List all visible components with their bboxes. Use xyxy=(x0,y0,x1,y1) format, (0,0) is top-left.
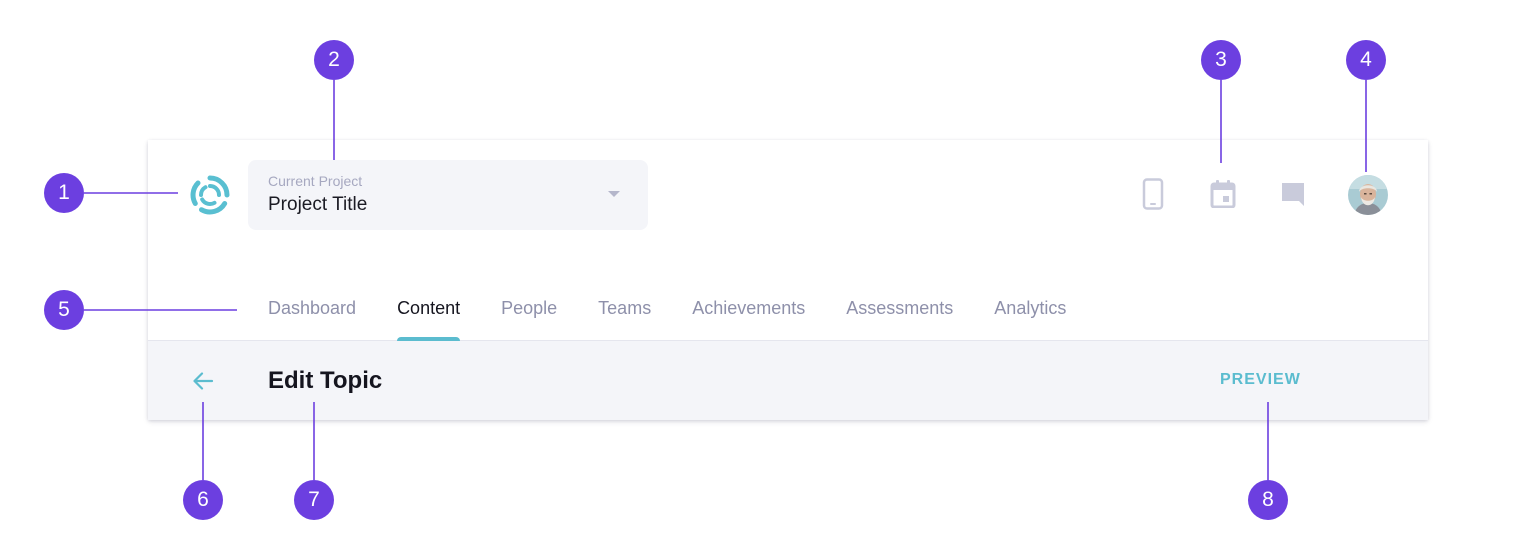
app-logo[interactable] xyxy=(190,175,230,215)
mobile-preview-button[interactable] xyxy=(1135,176,1171,212)
annotation-badge-8: 8 xyxy=(1248,480,1288,520)
calendar-icon xyxy=(1210,180,1236,208)
annotation-badge-7: 7 xyxy=(294,480,334,520)
annotation-badge-3: 3 xyxy=(1201,40,1241,80)
avatar[interactable] xyxy=(1348,175,1388,215)
annotation-badge-4: 4 xyxy=(1346,40,1386,80)
main-nav-tabs: Dashboard Content People Teams Achieveme… xyxy=(268,298,1066,341)
tab-content[interactable]: Content xyxy=(397,298,461,341)
back-button[interactable] xyxy=(188,366,218,396)
chevron-down-icon xyxy=(608,191,620,197)
tab-achievements[interactable]: Achievements xyxy=(692,298,805,340)
logo-icon xyxy=(190,175,230,215)
tab-people[interactable]: People xyxy=(501,298,557,340)
page-title: Edit Topic xyxy=(268,367,383,394)
annotation-badge-6: 6 xyxy=(183,480,223,520)
tab-dashboard[interactable]: Dashboard xyxy=(268,298,356,340)
calendar-button[interactable] xyxy=(1205,176,1241,212)
tab-assessments[interactable]: Assessments xyxy=(846,298,953,340)
annotation-badge-5: 5 xyxy=(44,290,84,330)
chat-icon xyxy=(1282,183,1304,206)
tab-analytics[interactable]: Analytics xyxy=(994,298,1066,340)
messages-button[interactable] xyxy=(1275,176,1311,212)
project-selector-value: Project Title xyxy=(268,194,368,215)
annotation-badge-2: 2 xyxy=(314,40,354,80)
arrow-left-icon xyxy=(193,372,214,390)
annotation-badge-1: 1 xyxy=(44,173,84,213)
tab-teams[interactable]: Teams xyxy=(598,298,651,340)
top-bar: Current Project Project Title Dashboard … xyxy=(148,140,1428,341)
user-avatar-image xyxy=(1348,175,1388,215)
project-selector[interactable]: Current Project Project Title xyxy=(248,160,648,230)
page-header: Edit Topic PREVIEW xyxy=(148,341,1428,420)
mobile-icon xyxy=(1142,178,1164,210)
app-frame: Current Project Project Title Dashboard … xyxy=(148,140,1428,420)
preview-button[interactable]: PREVIEW xyxy=(1220,371,1301,389)
project-selector-label: Current Project xyxy=(268,173,363,189)
